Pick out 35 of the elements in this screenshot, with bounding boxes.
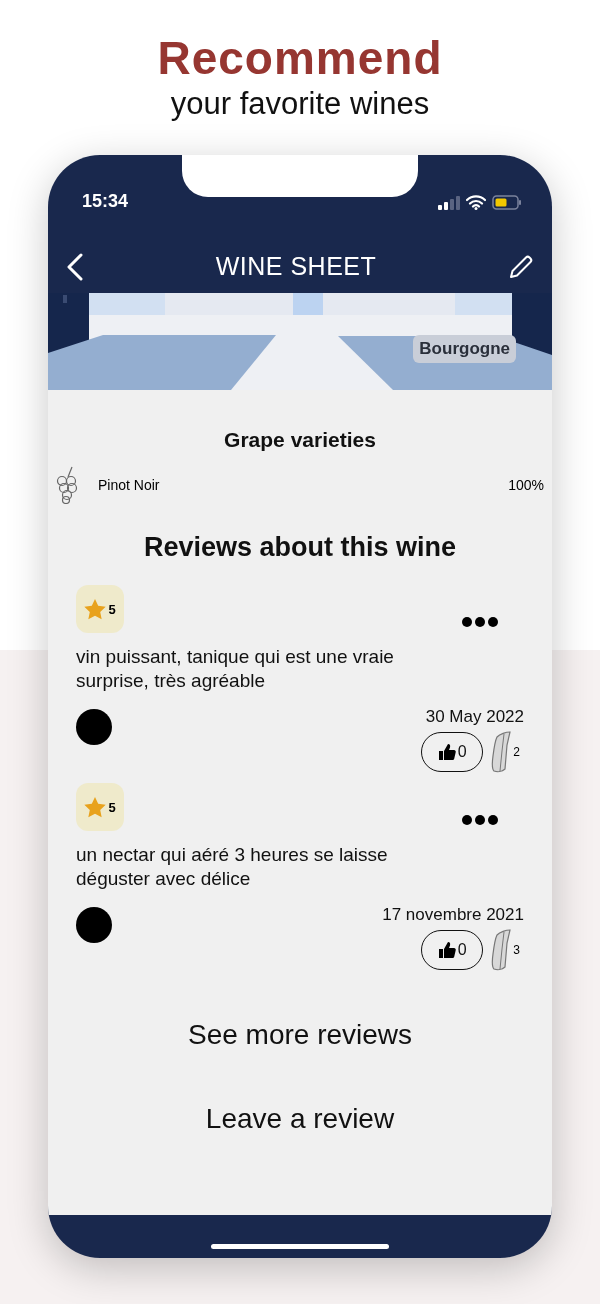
rating-value: 5 xyxy=(108,601,116,617)
status-time: 15:34 xyxy=(82,191,129,212)
leaf-icon xyxy=(491,731,512,773)
more-button[interactable] xyxy=(462,617,498,627)
rating-value: 5 xyxy=(108,799,116,815)
comment-count: 2 xyxy=(513,745,520,759)
action-link[interactable]: See more reviews xyxy=(179,1015,421,1055)
leaf-icon xyxy=(491,929,512,971)
section-title: Grape varieties xyxy=(223,428,377,452)
signal-icon xyxy=(438,195,460,210)
review-date: 30 May 2022 xyxy=(425,707,524,727)
review-text: un nectar qui aéré 3 heures se laisse déguster avec délice xyxy=(76,843,389,891)
more-button[interactable] xyxy=(462,815,498,825)
grape-icon xyxy=(56,466,80,504)
screen-title: WINE SHEET xyxy=(215,252,377,281)
battery-icon xyxy=(492,195,522,210)
star-icon xyxy=(84,598,107,620)
headline-subtitle: your favorite wines xyxy=(170,85,430,123)
star-icon xyxy=(84,796,107,818)
action-link[interactable]: Leave a review xyxy=(197,1099,403,1139)
review-date: 17 novembre 2021 xyxy=(382,905,524,925)
review-text: vin puissant, tanique qui est une vraie surprise, très agréable xyxy=(76,645,395,693)
grape-name: Pinot Noir xyxy=(98,477,161,493)
grape-share: 100% xyxy=(508,477,544,493)
comment-count: 3 xyxy=(513,943,520,957)
back-button[interactable] xyxy=(66,252,84,281)
headline-title: Recommend xyxy=(157,32,443,84)
region-tag: Bourgogne xyxy=(413,335,516,363)
edit-button[interactable] xyxy=(508,253,534,280)
thumbs-up-icon xyxy=(437,743,456,761)
section-title: Reviews about this wine xyxy=(142,532,458,563)
avatar xyxy=(76,709,112,745)
thumbs-up-icon xyxy=(437,941,456,959)
avatar xyxy=(76,907,112,943)
wifi-icon xyxy=(466,195,486,210)
